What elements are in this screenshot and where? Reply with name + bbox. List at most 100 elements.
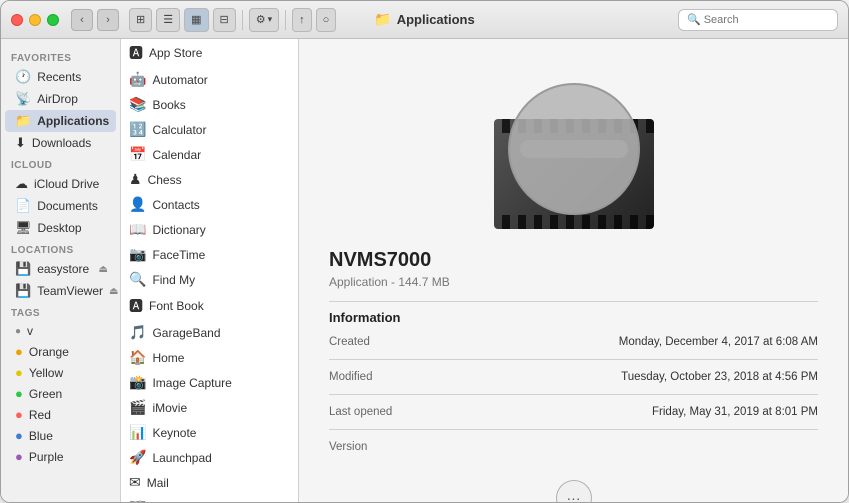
file-item-chess[interactable]: ♟ Chess [121,167,298,192]
app-store-icon: 🅰 [129,43,143,63]
sidebar-label: Orange [29,345,69,359]
file-item-calculator[interactable]: 🔢 Calculator [121,117,298,142]
view-list-button[interactable]: ☰ [156,8,180,32]
file-item-imovie[interactable]: 🎬 iMovie [121,395,298,420]
sidebar-label: easystore [37,262,89,276]
file-item-font-book[interactable]: 🅰 Font Book [121,292,298,320]
minimize-button[interactable] [29,14,41,26]
eject-easystore-button[interactable]: ⏏ [99,264,108,275]
tag-purple-icon: ● [15,449,23,464]
airdrop-icon: 📡 [15,91,31,107]
app-preview-icon [484,69,664,229]
file-item-calendar[interactable]: 📅 Calendar [121,142,298,167]
sidebar-item-recents[interactable]: 🕐 Recents [5,66,116,88]
file-item-mail[interactable]: ✉ Mail [121,470,298,495]
file-label: Home [152,351,184,365]
sidebar-item-tag-blue[interactable]: ● Blue [5,425,116,446]
file-item-contacts[interactable]: 👤 Contacts [121,192,298,217]
tag-yellow-icon: ● [15,365,23,380]
app-type: Application - 144.7 MB [329,275,818,289]
info-label-version: Version [329,441,367,453]
find-my-icon: 🔍 [129,271,146,288]
sidebar-item-documents[interactable]: 📄 Documents [5,195,116,217]
gallery-view-icon: ⊟ [220,13,229,26]
search-input[interactable] [704,14,829,26]
file-item-launchpad[interactable]: 🚀 Launchpad [121,445,298,470]
recents-icon: 🕐 [15,69,31,85]
easystore-icon: 💾 [15,261,31,277]
calendar-icon: 📅 [129,146,146,163]
sidebar-label: Blue [29,429,53,443]
file-item-home[interactable]: 🏠 Home [121,345,298,370]
tag-button[interactable]: ○ [316,8,337,32]
sidebar-item-icloud-drive[interactable]: ☁ iCloud Drive [5,173,116,195]
action-button[interactable]: ⚙ ▾ [249,8,279,32]
file-label: Mail [147,476,169,490]
divider4 [329,429,818,430]
file-item-facetime[interactable]: 📷 FaceTime [121,242,298,267]
documents-icon: 📄 [15,198,31,214]
share-button[interactable]: ↑ [292,8,312,32]
dictionary-icon: 📖 [129,221,146,238]
file-item-garageband[interactable]: 🎵 GarageBand [121,320,298,345]
file-item-image-capture[interactable]: 📸 Image Capture [121,370,298,395]
sidebar-item-applications[interactable]: 📁 Applications [5,110,116,132]
file-label: Find My [152,273,195,287]
sidebar-section-tags: Tags [1,302,120,321]
sidebar-item-tag-green[interactable]: ● Green [5,383,116,404]
image-capture-icon: 📸 [129,374,146,391]
more-icon: ··· [567,490,581,502]
sidebar-item-tag-orange[interactable]: ● Orange [5,341,116,362]
more-button[interactable]: ··· [556,480,592,502]
sidebar-item-tag-v[interactable]: ● v [5,321,116,341]
divider3 [329,394,818,395]
sidebar-item-tag-purple[interactable]: ● Purple [5,446,116,467]
file-item-books[interactable]: 📚 Books [121,92,298,117]
gear-icon: ⚙ [256,13,266,26]
main-content: Favorites 🕐 Recents 📡 AirDrop 📁 Applicat… [1,39,848,502]
more-button-area: ··· More... [546,470,602,502]
forward-button[interactable]: › [97,9,119,31]
sidebar-item-airdrop[interactable]: 📡 AirDrop [5,88,116,110]
info-value-last-opened: Friday, May 31, 2019 at 8:01 PM [652,406,818,418]
sidebar-label: Red [29,408,51,422]
file-item-maps[interactable]: 🗺 Maps [121,495,298,502]
window-title-text: Applications [397,12,475,27]
tag-blue-icon: ● [15,428,23,443]
back-button[interactable]: ‹ [71,9,93,31]
search-box[interactable]: 🔍 [678,9,838,31]
sidebar-item-easystore[interactable]: 💾 easystore ⏏ [5,258,116,280]
view-icons-button[interactable]: ⊞ [129,8,152,32]
sidebar-section-favorites: Favorites [1,47,120,66]
sidebar-item-teamviewer[interactable]: 💾 TeamViewer ⏏ [5,280,116,302]
sidebar-label: AirDrop [37,92,78,106]
keynote-icon: 📊 [129,424,146,441]
view-columns-button[interactable]: ▦ [184,8,208,32]
sidebar-item-tag-red[interactable]: ● Red [5,404,116,425]
sidebar-item-tag-yellow[interactable]: ● Yellow [5,362,116,383]
app-name: NVMS7000 [329,249,818,272]
columns-view-icon: ▦ [191,13,201,26]
file-item-find-my[interactable]: 🔍 Find My [121,267,298,292]
file-item-automator[interactable]: 🤖 Automator [121,67,298,92]
desktop-icon: 🖥 [15,220,32,236]
info-value-created: Monday, December 4, 2017 at 6:08 AM [619,336,818,348]
file-item-app-store[interactable]: 🅰 App Store [121,39,298,67]
font-book-icon: 🅰 [129,296,143,316]
maximize-button[interactable] [47,14,59,26]
sidebar-item-downloads[interactable]: ⬇ Downloads [5,132,116,154]
toolbar-separator2 [285,10,286,30]
titlebar: ‹ › ⊞ ☰ ▦ ⊟ ⚙ ▾ ↑ [1,1,848,39]
close-button[interactable] [11,14,23,26]
file-item-dictionary[interactable]: 📖 Dictionary [121,217,298,242]
calculator-icon: 🔢 [129,121,146,138]
file-item-keynote[interactable]: 📊 Keynote [121,420,298,445]
icloud-icon: ☁ [15,176,28,192]
file-label: Keynote [152,426,196,440]
sidebar-label: v [27,324,33,338]
eject-teamviewer-button[interactable]: ⏏ [109,286,118,297]
info-label-created: Created [329,336,370,348]
view-gallery-button[interactable]: ⊟ [213,8,236,32]
sidebar-item-desktop[interactable]: 🖥 Desktop [5,217,116,239]
info-header: Information [329,310,818,325]
